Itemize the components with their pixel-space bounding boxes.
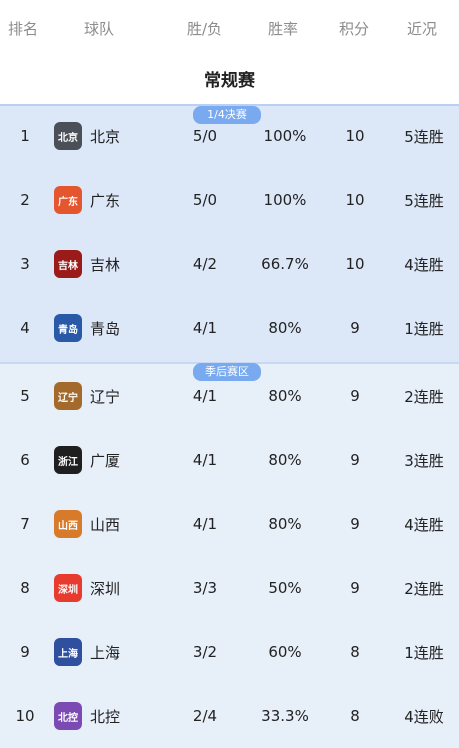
record-cell: 4/1 — [192, 515, 218, 533]
record-cell: 3/3 — [192, 579, 218, 597]
win-rate-cell: 66.7% — [261, 255, 309, 273]
table-row[interactable]: 1 北京 北京 5/0 100% 10 5连胜 — [0, 104, 459, 168]
recent-cell: 1连胜 — [404, 319, 444, 338]
team-name: 深圳 — [90, 579, 121, 598]
points-cell: 8 — [350, 643, 360, 661]
rank-cell: 5 — [20, 387, 30, 405]
team-logo: 上海 — [54, 638, 82, 666]
rank-cell: 4 — [20, 319, 30, 337]
rank-cell: 2 — [20, 191, 30, 209]
team-name: 北京 — [90, 127, 121, 146]
team-name: 吉林 — [90, 255, 121, 274]
team-name: 广东 — [90, 191, 121, 210]
record-cell: 4/1 — [192, 387, 218, 405]
table-row[interactable]: 9 上海 上海 3/2 60% 8 1连胜 — [0, 620, 459, 684]
points-header: 积分 — [339, 20, 370, 38]
table-row[interactable]: 8 深圳 深圳 3/3 50% 9 2连胜 — [0, 556, 459, 620]
team-name: 辽宁 — [90, 387, 121, 406]
team-name: 山西 — [90, 515, 121, 534]
rank-cell: 3 — [20, 255, 30, 273]
team-logo: 北京 — [54, 122, 82, 150]
table-row[interactable]: 3 吉林 吉林 4/2 66.7% 10 4连胜 — [0, 232, 459, 296]
team-name: 青岛 — [90, 319, 121, 338]
record-cell: 4/1 — [192, 451, 218, 469]
recent-cell: 5连胜 — [404, 127, 444, 146]
win-rate-cell: 100% — [263, 127, 307, 145]
table-header: 排名 球队 胜/负 胜率 积分 近况 — [0, 0, 459, 54]
table-row[interactable]: 10 北控 北控 2/4 33.3% 8 4连败 — [0, 684, 459, 748]
table-row[interactable]: 7 山西 山西 4/1 80% 9 4连胜 — [0, 492, 459, 556]
points-cell: 10 — [345, 255, 365, 273]
team-name: 广厦 — [90, 451, 121, 470]
record-cell: 4/2 — [192, 255, 218, 273]
record-cell: 5/0 — [192, 127, 218, 145]
team-logo: 深圳 — [54, 574, 82, 602]
points-cell: 10 — [345, 191, 365, 209]
team-logo: 青岛 — [54, 314, 82, 342]
record-cell: 3/2 — [192, 643, 218, 661]
team-logo: 广东 — [54, 186, 82, 214]
win-rate-cell: 33.3% — [261, 707, 309, 725]
rank-cell: 8 — [20, 579, 30, 597]
win-rate-cell: 80% — [268, 387, 302, 405]
rank-cell: 6 — [20, 451, 30, 469]
rank-cell: 7 — [20, 515, 30, 533]
rank-cell: 1 — [20, 127, 30, 145]
recent-cell: 4连败 — [404, 707, 444, 726]
win-rate-cell: 80% — [268, 451, 302, 469]
recent-header: 近况 — [407, 20, 438, 38]
team-logo: 山西 — [54, 510, 82, 538]
team-logo: 辽宁 — [54, 382, 82, 410]
points-cell: 9 — [350, 515, 360, 533]
record-cell: 2/4 — [192, 707, 218, 725]
team-logo: 吉林 — [54, 250, 82, 278]
win-rate-cell: 80% — [268, 319, 302, 337]
rank-header: 排名 — [8, 20, 39, 38]
recent-cell: 5连胜 — [404, 191, 444, 210]
table-row[interactable]: 6 浙江 广厦 4/1 80% 9 3连胜 — [0, 428, 459, 492]
section-title: 常规赛 — [204, 71, 255, 91]
recent-cell: 1连胜 — [404, 643, 444, 662]
team-logo: 北控 — [54, 702, 82, 730]
points-cell: 9 — [350, 451, 360, 469]
rank-cell: 9 — [20, 643, 30, 661]
team-header: 球队 — [84, 20, 115, 38]
standings-table: 1/4决赛 季后赛区 1 北京 北京 5/0 100% 10 5连胜 2 广东 … — [0, 104, 459, 748]
points-cell: 9 — [350, 319, 360, 337]
team-logo: 浙江 — [54, 446, 82, 474]
recent-cell: 4连胜 — [404, 515, 444, 534]
recent-cell: 2连胜 — [404, 579, 444, 598]
points-cell: 8 — [350, 707, 360, 725]
points-cell: 10 — [345, 127, 365, 145]
win-rate-cell: 50% — [268, 579, 302, 597]
table-row[interactable]: 2 广东 广东 5/0 100% 10 5连胜 — [0, 168, 459, 232]
points-cell: 9 — [350, 387, 360, 405]
team-name: 上海 — [90, 643, 121, 662]
points-cell: 9 — [350, 579, 360, 597]
record-header: 胜/负 — [187, 20, 223, 38]
win-rate-cell: 60% — [268, 643, 302, 661]
record-cell: 5/0 — [192, 191, 218, 209]
win-rate-cell: 100% — [263, 191, 307, 209]
rank-cell: 10 — [15, 707, 35, 725]
recent-cell: 4连胜 — [404, 255, 444, 274]
table-row[interactable]: 5 辽宁 辽宁 4/1 80% 9 2连胜 — [0, 364, 459, 428]
win-rate-cell: 80% — [268, 515, 302, 533]
recent-cell: 2连胜 — [404, 387, 444, 406]
record-cell: 4/1 — [192, 319, 218, 337]
table-row[interactable]: 4 青岛 青岛 4/1 80% 9 1连胜 — [0, 296, 459, 360]
team-name: 北控 — [90, 707, 121, 726]
recent-cell: 3连胜 — [404, 451, 444, 470]
win-rate-header: 胜率 — [268, 20, 299, 38]
